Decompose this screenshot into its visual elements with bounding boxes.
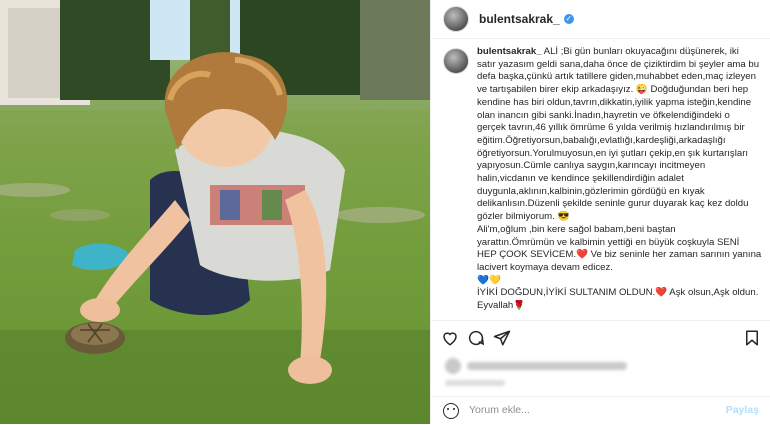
caption-first-line: bulentsakrak_ ALİ ;Bi gün bunları okuyac…	[477, 46, 769, 59]
post-date	[445, 380, 505, 386]
header-username[interactable]: bulentsakrak_	[479, 12, 560, 26]
share-icon[interactable]	[493, 329, 511, 347]
avatar[interactable]	[443, 6, 469, 32]
caption-line: gözler bilmiyorum. 😎	[477, 211, 570, 223]
caption-line: öğretiyorsun.Yorulmuyosun,en iyi şutları…	[477, 147, 749, 159]
post-photo[interactable]	[0, 0, 430, 424]
caption-line: satır yazasım geldi sana,daha önce de çi…	[477, 58, 760, 70]
caption-line: lacivert koymaya devam edicez.	[477, 261, 613, 273]
caption-line: delikanlısın.Düzenli şekilde seninle gur…	[477, 198, 749, 210]
caption-username[interactable]: bulentsakrak_	[477, 46, 542, 57]
caption-line: HEP ÇOOK SEVİCEM.❤️ Ve biz seninle her z…	[477, 249, 762, 261]
caption-line: yapıyosun.Cümle canlıya saygın,karıncayı…	[477, 160, 706, 172]
caption-text: bulentsakrak_ ALİ ;Bi gün bunları okuyac…	[477, 46, 769, 313]
comment-bar: Yorum ekle... Paylaş	[431, 396, 770, 425]
caption-line: Eyvallah🌹	[477, 300, 526, 312]
post-panel: bulentsakrak_ ✓ bulentsakrak_ ALİ ;Bi gü…	[430, 0, 770, 424]
emoji-icon[interactable]	[443, 403, 459, 419]
comment-icon[interactable]	[467, 329, 485, 347]
post-comment-button[interactable]: Paylaş	[726, 404, 759, 416]
instagram-post: bulentsakrak_ ✓ bulentsakrak_ ALİ ;Bi gü…	[0, 0, 770, 424]
photo-illustration	[0, 0, 430, 424]
post-header: bulentsakrak_ ✓	[431, 0, 770, 39]
comment-input[interactable]: Yorum ekle...	[469, 404, 530, 416]
caption-line: gerçek tavrın,46 yıllık ömrüme 6 yılda v…	[477, 122, 745, 134]
post-caption: bulentsakrak_ ALİ ;Bi gün bunları okuyac…	[443, 46, 765, 316]
caption-line: olan inancın gibi sanki.İnadın,hayretin …	[477, 109, 730, 121]
bookmark-icon[interactable]	[743, 329, 761, 347]
caption-line: 💙💛	[477, 274, 501, 286]
caption-line: defa başka,çünkü artık tatillere giden,m…	[477, 71, 756, 83]
caption-avatar[interactable]	[443, 48, 469, 74]
caption-line: yarattın.Ömrümün ve kalbimin yettiği en …	[477, 236, 740, 248]
caption-line: kendine has biri oldun,tavrın,dikkatin,i…	[477, 96, 752, 108]
caption-line: Ali'm,oğlum ,bin kere sağol babam,beni b…	[477, 223, 676, 235]
caption-line: halin,vicdanın ve kendince şekillendirdi…	[477, 173, 684, 185]
caption-line: İYİKİ DOĞDUN,İYİKİ SULTANIM OLDUN.❤️ Aşk…	[477, 287, 759, 299]
heart-icon[interactable]	[441, 329, 459, 347]
liker-avatar	[445, 358, 461, 374]
likes-text	[467, 362, 627, 370]
caption-line: ve tartışabilen birer ekip arkadaşıyız. …	[477, 84, 749, 96]
caption-line: duygunla,aklının,kalbinin,gözlerimin gör…	[477, 185, 705, 197]
caption-line: ALİ ;Bi gün bunları okuyacağını düşünere…	[543, 46, 739, 57]
caption-line: eğitim.Öğretiyorsun,babalığı,evlatlığı,k…	[477, 134, 726, 146]
action-bar	[431, 320, 770, 355]
verified-badge-icon: ✓	[563, 14, 574, 24]
